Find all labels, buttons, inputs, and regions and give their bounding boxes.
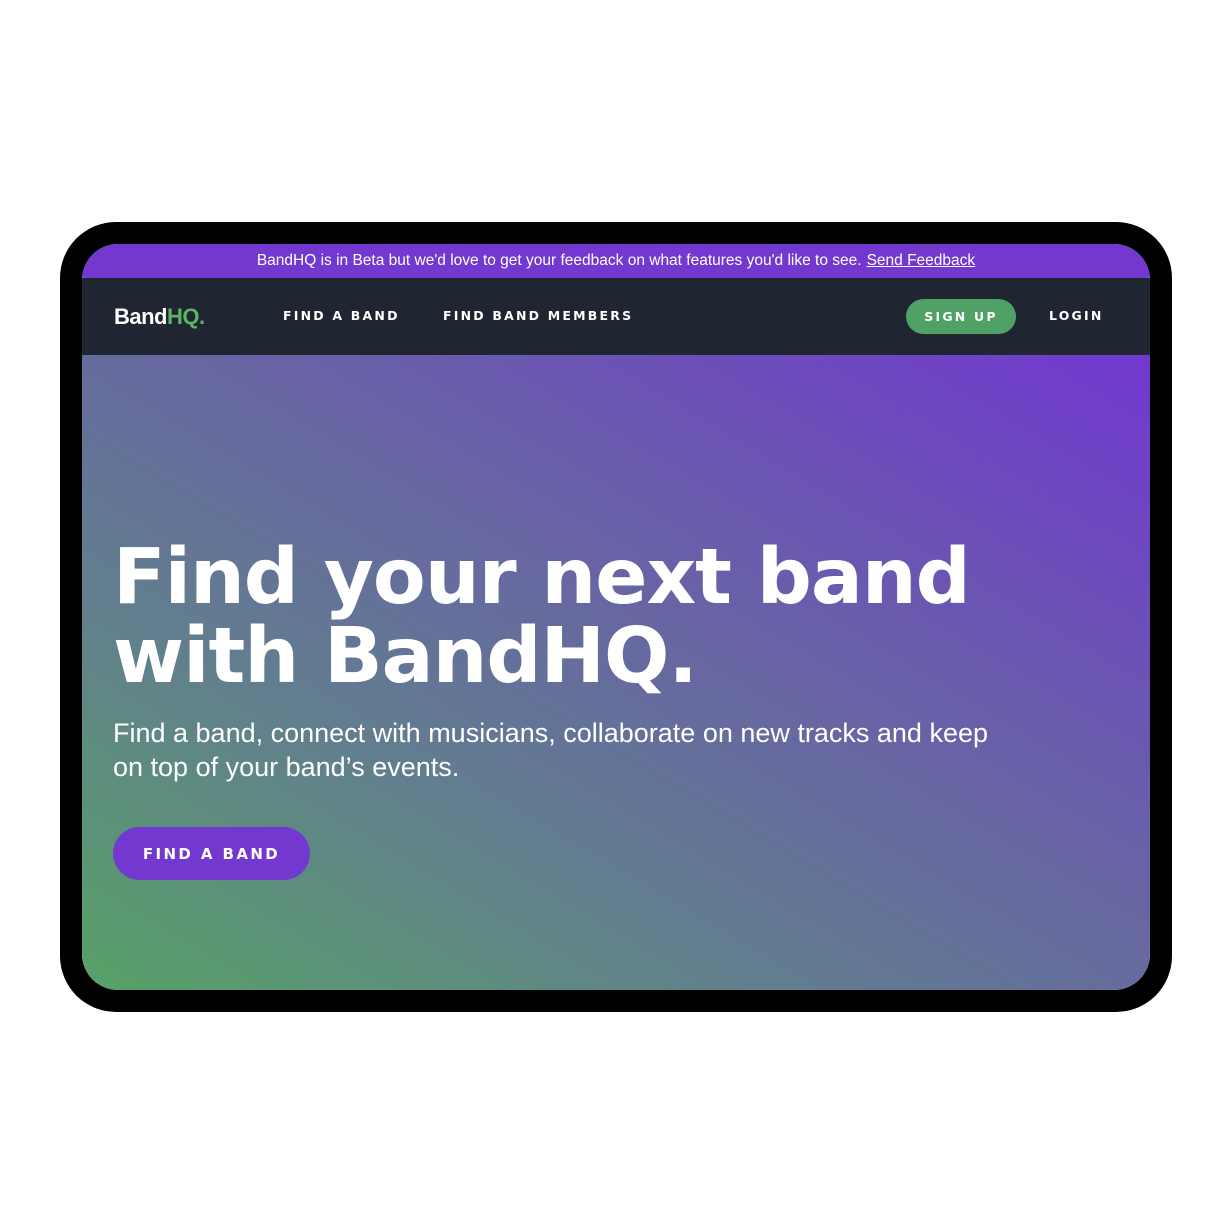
hero-title-line-2: with BandHQ. (113, 612, 698, 701)
nav-find-band-members-link[interactable]: FIND BAND MEMBERS (443, 308, 633, 323)
hero-title: Find your next band with BandHQ. (113, 538, 1093, 696)
beta-banner-text: BandHQ is in Beta but we'd love to get y… (256, 252, 862, 269)
logo-text-accent: HQ. (167, 304, 205, 329)
find-a-band-button[interactable]: FIND A BAND (113, 827, 310, 880)
tablet-frame: BandHQ is in Beta but we'd love to get y… (60, 222, 1172, 1012)
navbar: BandHQ. FIND A BAND FIND BAND MEMBERS SI… (82, 278, 1150, 355)
hero-subtitle: Find a band, connect with musicians, col… (113, 718, 988, 782)
nav-find-a-band-link[interactable]: FIND A BAND (283, 308, 400, 323)
send-feedback-link[interactable]: Send Feedback (867, 252, 976, 270)
screen: BandHQ is in Beta but we'd love to get y… (82, 244, 1150, 990)
hero-title-line-1: Find your next band (113, 533, 971, 622)
logo[interactable]: BandHQ. (114, 304, 205, 330)
beta-banner: BandHQ is in Beta but we'd love to get y… (82, 244, 1150, 278)
hero-section: Find your next band with BandHQ. Find a … (82, 355, 1150, 990)
sign-up-button[interactable]: SIGN UP (906, 299, 1016, 334)
logo-text-primary: Band (114, 304, 168, 329)
login-link[interactable]: LOGIN (1049, 308, 1104, 323)
